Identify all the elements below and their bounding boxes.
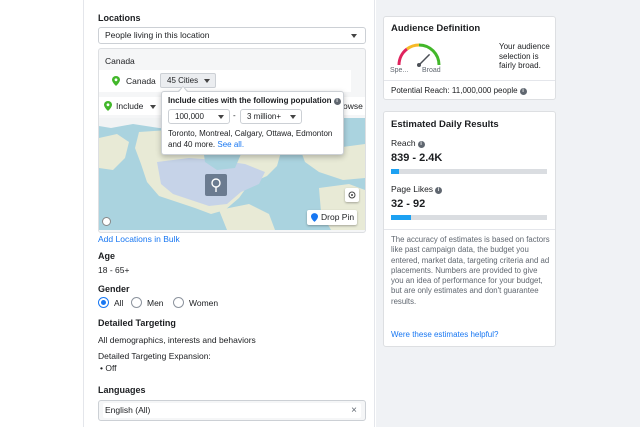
cities-dropdown-button[interactable]: 45 Cities xyxy=(160,73,216,88)
age-label: Age xyxy=(98,251,116,261)
chevron-down-icon xyxy=(218,115,224,119)
page-likes-bar-fill xyxy=(391,215,412,220)
reach-value: 839 - 2.4K xyxy=(391,152,443,164)
audience-gauge xyxy=(397,43,441,67)
chevron-down-icon xyxy=(351,34,357,38)
language-value: English (All) xyxy=(105,405,151,415)
page-likes-bar xyxy=(391,215,547,220)
page-likes-label: Page Likes i xyxy=(391,184,443,194)
location-mode-select[interactable]: People living in this location xyxy=(98,27,366,44)
location-mode-value: People living in this location xyxy=(105,30,210,40)
audience-definition-card: Audience Definition Spe... Broad Your au… xyxy=(383,16,556,100)
country-header: Canada xyxy=(105,56,135,66)
audience-title: Audience Definition xyxy=(391,23,481,34)
gender-women-radio[interactable] xyxy=(173,297,184,308)
detailed-targeting-value[interactable]: All demographics, interests and behavior… xyxy=(98,335,256,345)
gender-men-label: Men xyxy=(147,298,164,308)
include-label: Include xyxy=(116,101,144,111)
pin-icon xyxy=(311,213,318,222)
estimates-disclaimer: The accuracy of estimates is based on fa… xyxy=(391,235,550,306)
map-info-icon[interactable] xyxy=(102,217,111,226)
languages-label: Languages xyxy=(98,385,146,395)
see-all-link[interactable]: See all. xyxy=(217,140,244,149)
potential-reach: Potential Reach: 11,000,000 people i xyxy=(391,86,527,95)
popup-arrow-inner xyxy=(179,87,187,92)
estimates-title: Estimated Daily Results xyxy=(391,119,499,130)
gender-label: Gender xyxy=(98,284,130,294)
location-pin-icon xyxy=(112,76,120,86)
add-locations-bulk-link[interactable]: Add Locations in Bulk xyxy=(98,234,180,244)
gender-all-radio[interactable] xyxy=(98,297,109,308)
population-max-select[interactable]: 3 million+ xyxy=(240,109,302,124)
population-min-select[interactable]: 100,000 xyxy=(168,109,230,124)
reach-bar-fill xyxy=(391,169,399,174)
estimated-results-card: Estimated Daily Results Reach i 839 - 2.4… xyxy=(383,111,556,347)
popup-title: Include cities with the following popula… xyxy=(168,96,341,105)
info-icon[interactable]: i xyxy=(519,88,527,95)
drop-pin-button[interactable]: Drop Pin xyxy=(307,210,357,225)
page-likes-value: 32 - 92 xyxy=(391,198,426,210)
gauge-right-label: Broad xyxy=(422,67,441,74)
languages-field[interactable]: English (All) × xyxy=(98,400,366,421)
reach-label: Reach i xyxy=(391,138,425,148)
targeting-expansion-value: • Off xyxy=(100,363,117,373)
detailed-targeting-label: Detailed Targeting xyxy=(98,318,176,328)
reach-bar xyxy=(391,169,547,174)
chevron-down-icon xyxy=(150,105,156,109)
targeting-expansion-label: Detailed Targeting Expansion: xyxy=(98,351,211,361)
cities-button-label: 45 Cities xyxy=(167,76,199,85)
audience-summary: Your audience selection is fairly broad. xyxy=(499,42,550,70)
population-max-value: 3 million+ xyxy=(247,112,282,121)
gauge-left-label: Spe... xyxy=(390,67,409,74)
info-icon[interactable]: i xyxy=(435,187,443,194)
include-select[interactable]: Include xyxy=(116,101,156,111)
info-icon[interactable]: i xyxy=(333,98,341,105)
include-pin-icon xyxy=(104,101,112,111)
estimates-helpful-link[interactable]: Were these estimates helpful? xyxy=(391,330,498,339)
popup-cities-text: Toronto, Montreal, Calgary, Ottawa, Edmo… xyxy=(168,129,333,149)
locations-label: Locations xyxy=(98,13,141,23)
close-icon[interactable]: × xyxy=(351,401,357,420)
info-icon[interactable]: i xyxy=(417,141,425,148)
chevron-down-icon xyxy=(204,79,210,83)
map-locate-icon[interactable] xyxy=(345,188,359,202)
chevron-down-icon xyxy=(290,115,296,119)
browse-link[interactable]: owse xyxy=(343,101,363,111)
drop-pin-label: Drop Pin xyxy=(321,212,355,222)
card-divider xyxy=(384,229,555,230)
gender-all-label: All xyxy=(114,298,124,308)
gender-men-radio[interactable] xyxy=(131,297,142,308)
country-chip-label: Canada xyxy=(126,76,156,86)
city-population-popup: Include cities with the following popula… xyxy=(161,91,344,155)
range-separator: - xyxy=(233,111,236,120)
population-min-value: 100,000 xyxy=(175,112,204,121)
card-divider xyxy=(384,80,555,81)
gender-women-label: Women xyxy=(189,298,219,308)
age-value[interactable]: 18 - 65+ xyxy=(98,265,129,275)
